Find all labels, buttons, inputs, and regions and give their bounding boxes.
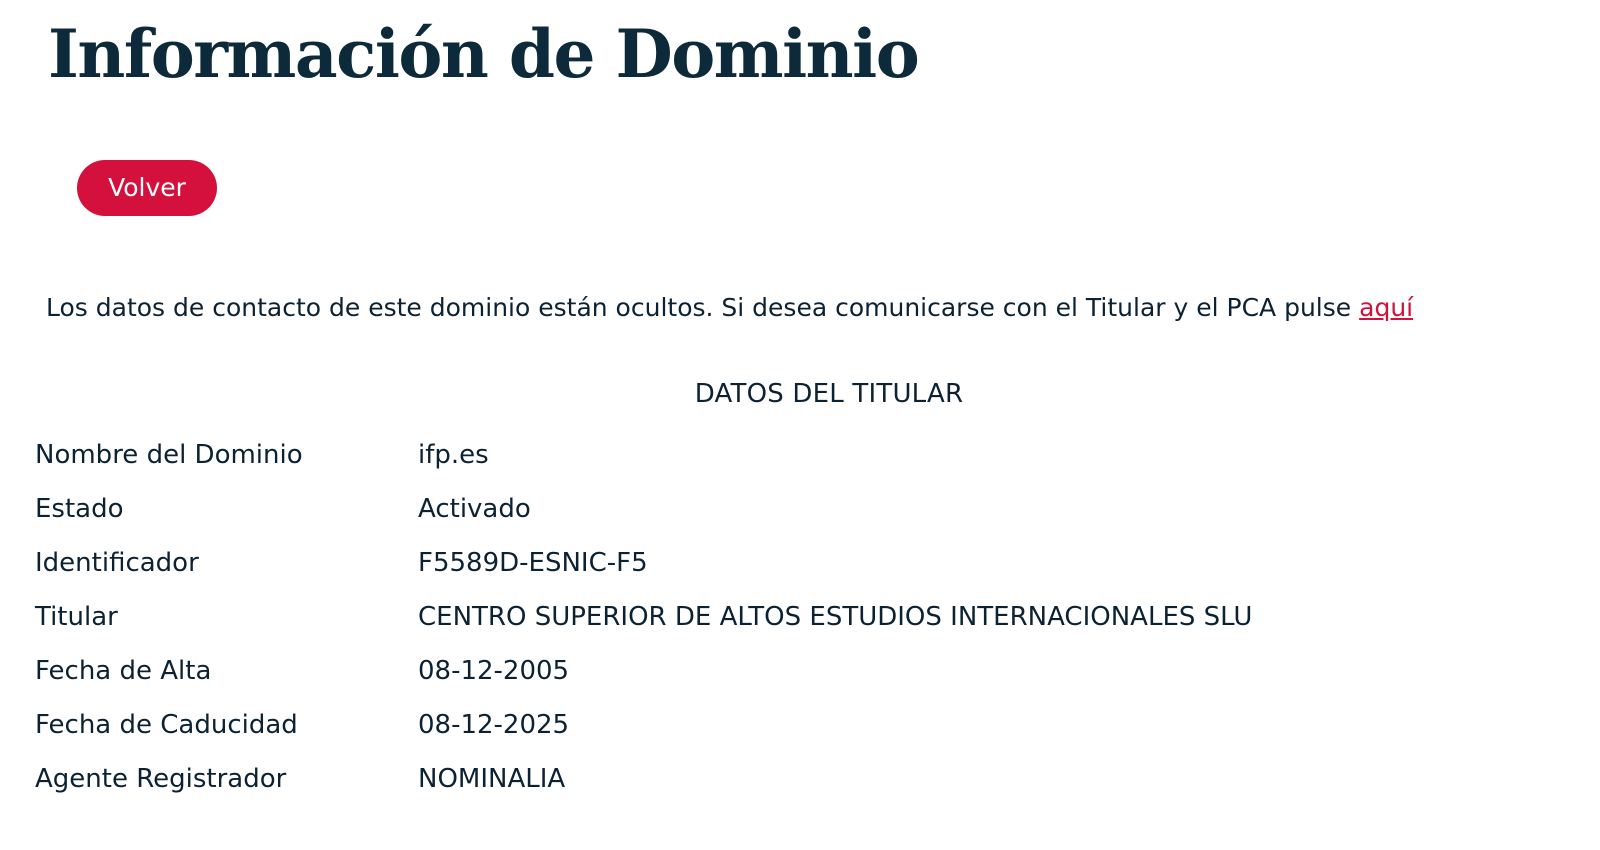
row-label: Fecha de Alta	[35, 656, 212, 686]
row-label: Nombre del Dominio	[35, 440, 303, 470]
table-row: Identificador F5589D-ESNIC-F5	[35, 536, 1535, 590]
row-value: Activado	[418, 494, 531, 524]
domain-info-page: Información de Dominio Volver Los datos …	[0, 0, 1600, 850]
page-title: Información de Dominio	[48, 15, 920, 93]
row-label: Fecha de Caducidad	[35, 710, 298, 740]
table-row: Fecha de Alta 08-12-2005	[35, 644, 1535, 698]
table-row: Nombre del Dominio ifp.es	[35, 428, 1535, 482]
table-row: Titular CENTRO SUPERIOR DE ALTOS ESTUDIO…	[35, 590, 1535, 644]
section-heading: DATOS DEL TITULAR	[694, 379, 964, 409]
table-row: Estado Activado	[35, 482, 1535, 536]
row-label: Identificador	[35, 548, 199, 578]
row-value: ifp.es	[418, 440, 489, 470]
row-value: F5589D-ESNIC-F5	[418, 548, 648, 578]
table-row: Fecha de Caducidad 08-12-2025	[35, 698, 1535, 752]
row-value: CENTRO SUPERIOR DE ALTOS ESTUDIOS INTERN…	[418, 602, 1253, 632]
contact-link[interactable]: aquí	[1359, 293, 1413, 322]
row-value: 08-12-2005	[418, 656, 570, 686]
row-value: 08-12-2025	[418, 710, 570, 740]
domain-data-table: Nombre del Dominio ifp.es Estado Activad…	[35, 428, 1535, 806]
hidden-contact-notice: Los datos de contacto de este dominio es…	[46, 288, 1566, 328]
row-value: NOMINALIA	[418, 764, 566, 794]
table-row: Agente Registrador NOMINALIA	[35, 752, 1535, 806]
row-label: Estado	[35, 494, 124, 524]
notice-text: Los datos de contacto de este dominio es…	[46, 293, 1360, 322]
row-label: Agente Registrador	[35, 764, 287, 794]
row-label: Titular	[35, 602, 118, 632]
back-button[interactable]: Volver	[77, 160, 217, 216]
